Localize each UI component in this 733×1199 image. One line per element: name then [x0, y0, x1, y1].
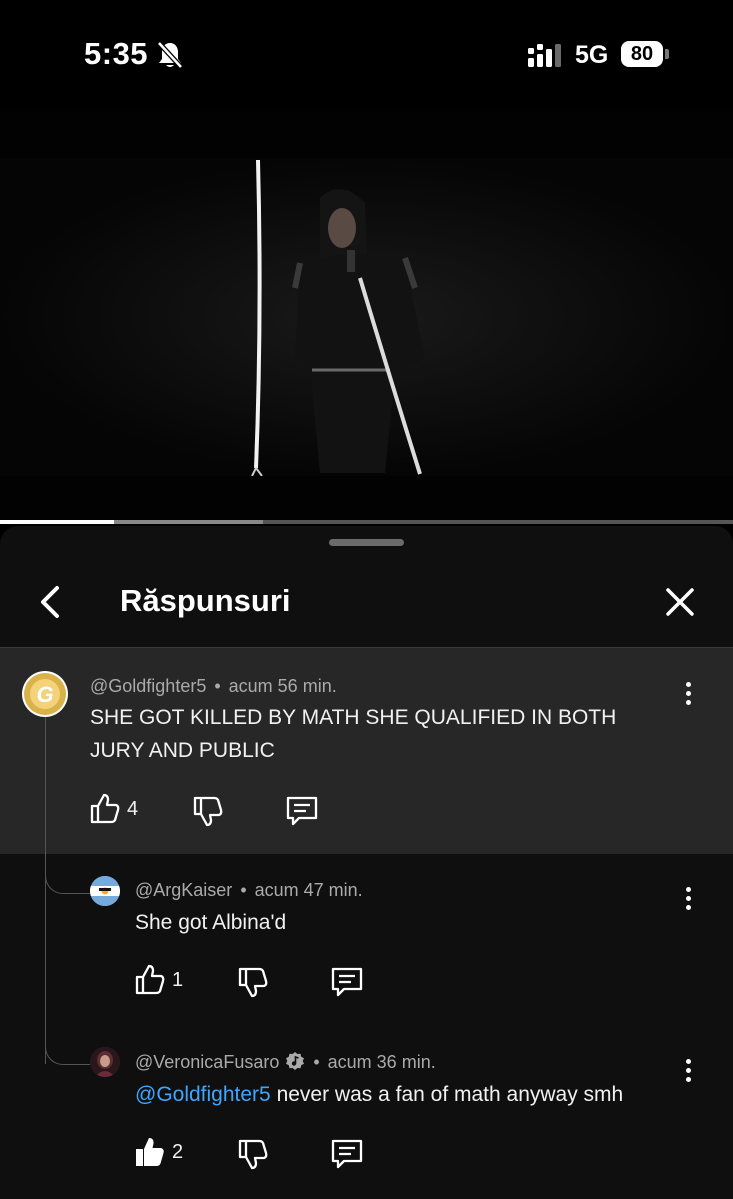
- like-count: 2: [172, 1141, 184, 1163]
- thread-branch: [45, 865, 90, 894]
- comment-author[interactable]: @VeronicaFusaro: [135, 1052, 279, 1072]
- more-icon[interactable]: [680, 682, 696, 708]
- thumb-up-icon[interactable]: [88, 792, 122, 826]
- network-type: 5G: [575, 41, 609, 69]
- replies-panel: Răspunsuri G @Goldfighter5 • acum 56 min. …: [0, 526, 733, 1199]
- panel-title: Răspunsuri: [120, 583, 291, 618]
- goldfighter-avatar-icon: G: [24, 673, 66, 715]
- more-icon[interactable]: [680, 887, 696, 913]
- profile-photo-icon: [90, 1047, 120, 1077]
- battery-level: 80: [621, 41, 663, 67]
- argentina-flag-avatar-icon: [90, 876, 120, 906]
- drag-handle[interactable]: [329, 539, 404, 546]
- more-icon[interactable]: [680, 1059, 696, 1085]
- thread-line: [45, 714, 46, 1064]
- thumb-up-icon[interactable]: [133, 963, 167, 997]
- comment-meta: @VeronicaFusaro • acum 36 min.: [135, 1051, 436, 1073]
- separator-dot: •: [214, 676, 221, 696]
- comment-text: @Goldfighter5 never was a fan of math an…: [135, 1078, 705, 1111]
- comment-time: acum 36 min.: [327, 1052, 436, 1072]
- like-count: 1: [172, 969, 184, 991]
- verified-music-icon: [286, 1052, 305, 1070]
- comment-meta: @ArgKaiser • acum 47 min.: [135, 880, 363, 901]
- comment-author[interactable]: @Goldfighter5: [90, 676, 206, 696]
- thumb-up-filled-icon[interactable]: [133, 1135, 167, 1169]
- comment-time: acum 56 min.: [228, 676, 337, 696]
- comment-text: SHE GOT KILLED BY MATH SHE QUALIFIED IN …: [90, 706, 617, 762]
- avatar[interactable]: G: [22, 671, 68, 717]
- thumb-down-icon[interactable]: [236, 965, 270, 999]
- back-icon[interactable]: [30, 582, 70, 622]
- svg-text:G: G: [36, 682, 53, 707]
- comment-text: She got Albina'd: [135, 911, 287, 934]
- thread-branch: [45, 1036, 90, 1065]
- video-frame: [0, 158, 733, 476]
- signal-icon: [528, 44, 561, 67]
- battery-icon: 80: [621, 41, 673, 69]
- video-player[interactable]: [0, 110, 733, 522]
- comment-author[interactable]: @ArgKaiser: [135, 880, 232, 900]
- avatar[interactable]: [90, 1047, 120, 1077]
- video-progress-bar[interactable]: [0, 520, 733, 524]
- reply-icon[interactable]: [285, 794, 319, 828]
- reply-icon[interactable]: [330, 965, 364, 999]
- comment-body: never was a fan of math anyway smh: [270, 1083, 624, 1106]
- reply-icon[interactable]: [330, 1137, 364, 1171]
- comment-meta: @Goldfighter5 • acum 56 min.: [90, 676, 337, 697]
- avatar[interactable]: [90, 876, 120, 906]
- thumb-down-icon[interactable]: [236, 1137, 270, 1171]
- thumb-down-icon[interactable]: [191, 794, 225, 828]
- mention-link[interactable]: @Goldfighter5: [135, 1083, 271, 1106]
- video-progress-played: [0, 520, 114, 524]
- separator-dot: •: [240, 880, 247, 900]
- comment-time: acum 47 min.: [254, 880, 363, 900]
- status-time: 5:35: [84, 36, 149, 71]
- close-icon[interactable]: [660, 582, 700, 622]
- bell-slash-icon: [157, 41, 183, 69]
- separator-dot: •: [313, 1052, 320, 1072]
- status-bar: 5:35 5G 80: [0, 0, 733, 110]
- like-count: 4: [127, 798, 139, 820]
